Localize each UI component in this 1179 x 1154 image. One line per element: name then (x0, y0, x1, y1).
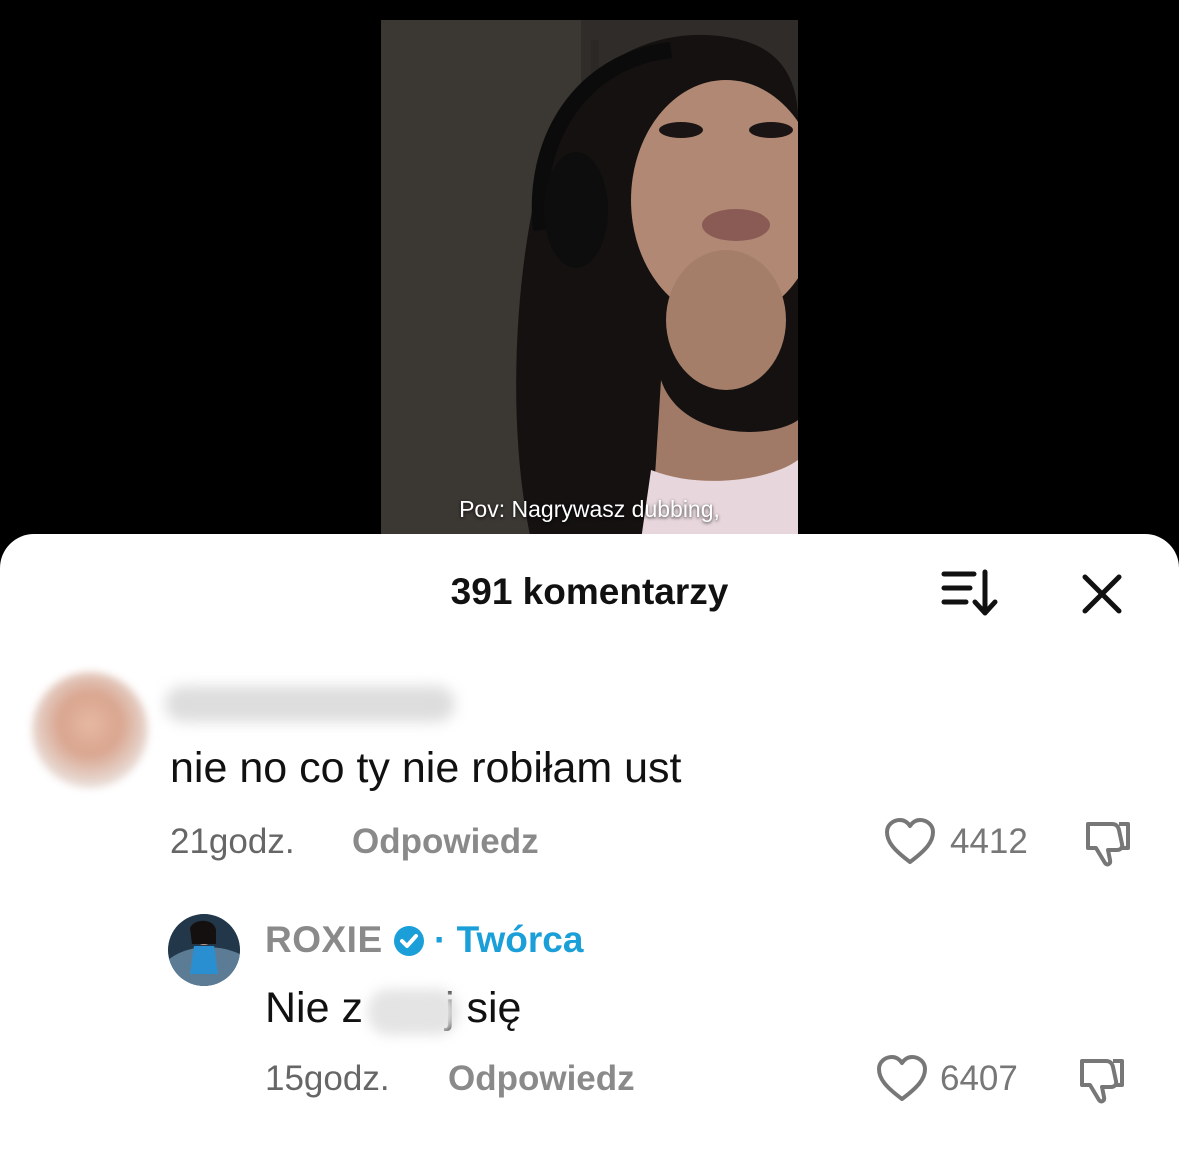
sort-button[interactable] (940, 568, 998, 618)
comment-text: nie no co ty nie robiłam ust (170, 744, 682, 792)
video-frame[interactable]: Pov: Nagrywasz dubbing, (381, 20, 798, 540)
reply-like-count: 6407 (940, 1059, 1018, 1098)
comments-count-title: 391 komentarzy (450, 571, 729, 612)
reply-time: 15godz. (265, 1059, 390, 1098)
creator-label: Twórca (456, 919, 584, 960)
commenter-avatar[interactable] (32, 672, 148, 788)
reply-reply-button[interactable]: Odpowiedz (448, 1059, 635, 1099)
video-thumbnail (381, 20, 798, 540)
video-player[interactable]: Pov: Nagrywasz dubbing, (0, 0, 1179, 560)
like-count: 4412 (950, 822, 1028, 861)
creator-avatar[interactable] (168, 914, 240, 986)
reply-like-button[interactable] (876, 1055, 928, 1108)
close-button[interactable] (1078, 570, 1126, 618)
comments-sheet: 391 komentarzy nie no co ty nie robiłam … (0, 534, 1179, 1154)
reply-dislike-button[interactable] (1076, 1055, 1126, 1110)
heart-icon (885, 818, 935, 864)
reply-text-start: Nie z (265, 984, 363, 1032)
creator-badge: · Twórca (434, 919, 583, 961)
censored-word-blur (368, 989, 458, 1035)
reply-button[interactable]: Odpowiedz (352, 822, 539, 862)
video-caption: Pov: Nagrywasz dubbing, (459, 496, 720, 522)
thumbs-down-icon (1080, 1059, 1124, 1104)
commenter-name-blurred[interactable] (165, 686, 455, 722)
close-icon (1082, 574, 1122, 614)
creator-avatar-image (168, 914, 240, 986)
creator-name[interactable]: ROXIE (265, 919, 383, 961)
sort-descending-icon (941, 569, 998, 616)
thumbs-down-icon (1086, 822, 1130, 867)
dislike-button[interactable] (1082, 818, 1132, 873)
comment-time: 21godz. (170, 822, 295, 861)
like-button[interactable] (884, 818, 936, 871)
heart-icon (877, 1055, 927, 1101)
verified-badge-icon (392, 924, 426, 958)
separator-dot: · (434, 919, 447, 960)
